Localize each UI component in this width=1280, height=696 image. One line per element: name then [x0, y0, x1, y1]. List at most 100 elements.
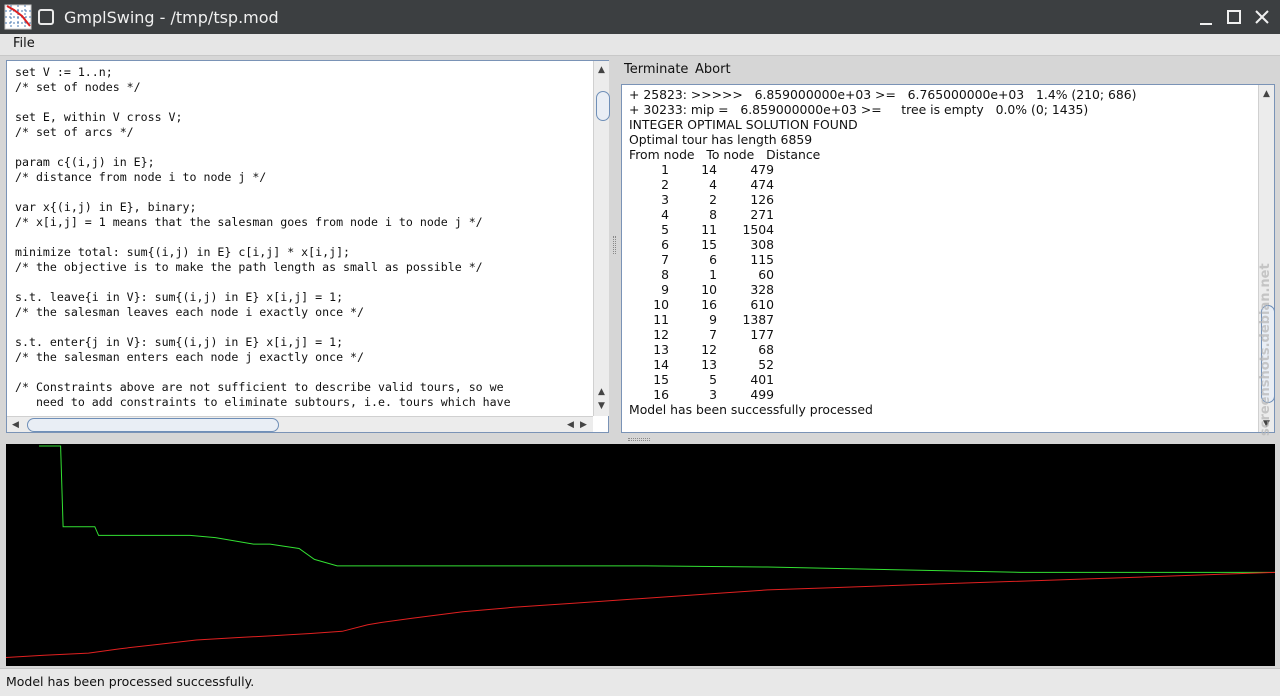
code-line: /* distance from node i to node j */ — [15, 170, 267, 184]
from-node-cell: 5 — [661, 222, 669, 237]
distance-cell: 474 — [750, 177, 774, 192]
close-icon[interactable] — [1250, 5, 1274, 29]
vertical-splitter-grip[interactable] — [613, 236, 616, 254]
from-node-cell: 2 — [661, 177, 669, 192]
output-log-line: From node To node Distance — [629, 147, 821, 162]
from-node-cell: 13 — [653, 342, 669, 357]
scroll-up-arrow-icon[interactable]: ▲ — [1263, 89, 1270, 99]
code-line: var x{(i,j) in E}, binary; — [15, 200, 197, 214]
to-node-cell: 14 — [701, 162, 717, 177]
from-node-cell: 7 — [661, 252, 669, 267]
from-node-cell: 9 — [661, 282, 669, 297]
model-source-text[interactable]: set V := 1..n;/* set of nodes */ set E, w… — [15, 65, 590, 411]
scroll-up-arrow-icon[interactable]: ▲ — [598, 65, 605, 75]
distance-cell: 610 — [750, 297, 774, 312]
horizontal-splitter-grip[interactable] — [628, 438, 650, 441]
menu-file[interactable]: File — [13, 36, 35, 51]
from-node-cell: 10 — [653, 297, 669, 312]
to-node-cell: 7 — [709, 327, 717, 342]
distance-cell: 115 — [750, 252, 774, 267]
series-1 — [6, 571, 1275, 658]
to-node-cell: 4 — [709, 177, 717, 192]
distance-cell: 499 — [750, 387, 774, 402]
distance-cell: 1504 — [742, 222, 774, 237]
to-node-cell: 8 — [709, 207, 717, 222]
to-node-cell: 16 — [701, 297, 717, 312]
solver-output-panel[interactable]: + 25823: >>>>> 6.859000000e+03 >= 6.7650… — [621, 84, 1275, 433]
tour-row: 1 14 479 — [629, 162, 1254, 177]
from-node-cell: 14 — [653, 357, 669, 372]
grid-logo-icon[interactable] — [4, 4, 32, 30]
from-node-cell: 3 — [661, 192, 669, 207]
from-node-cell: 11 — [653, 312, 669, 327]
output-log-line: INTEGER OPTIMAL SOLUTION FOUND — [629, 117, 858, 132]
editor-horizontal-scrollbar[interactable]: ◀ ◀ ▶ — [7, 416, 593, 432]
code-line: /* the salesman leaves each node i exact… — [15, 305, 365, 319]
tour-row: 6 15 308 — [629, 237, 1254, 252]
tour-row: 9 10 328 — [629, 282, 1254, 297]
minimize-icon[interactable] — [1194, 5, 1218, 29]
tour-row: 4 8 271 — [629, 207, 1254, 222]
scroll-left-arrow-icon[interactable]: ◀ — [567, 420, 574, 430]
from-node-cell: 15 — [653, 372, 669, 387]
to-node-cell: 13 — [701, 357, 717, 372]
output-log-line: + 25823: >>>>> 6.859000000e+03 >= 6.7650… — [629, 87, 1137, 102]
model-editor[interactable]: set V := 1..n;/* set of nodes */ set E, w… — [6, 60, 610, 433]
from-node-cell: 4 — [661, 207, 669, 222]
tour-row: 16 3 499 — [629, 387, 1254, 402]
code-line: minimize total: sum{(i,j) in E} c[i,j] *… — [15, 245, 351, 259]
code-line: /* the salesman enters each node j exact… — [15, 350, 365, 364]
abort-button[interactable]: Abort — [695, 62, 731, 77]
from-node-cell: 16 — [653, 387, 669, 402]
scroll-left-arrow-icon[interactable]: ◀ — [12, 420, 19, 430]
editor-vertical-scroll-thumb[interactable] — [596, 91, 610, 121]
terminate-button[interactable]: Terminate — [624, 62, 688, 77]
status-text: Model has been processed successfully. — [6, 674, 255, 689]
to-node-cell: 12 — [701, 342, 717, 357]
output-log-line: Optimal tour has length 6859 — [629, 132, 813, 147]
to-node-cell: 15 — [701, 237, 717, 252]
to-node-cell: 6 — [709, 252, 717, 267]
distance-cell: 68 — [758, 342, 774, 357]
from-node-cell: 6 — [661, 237, 669, 252]
tour-row: 7 6 115 — [629, 252, 1254, 267]
code-line: s.t. enter{j in V}: sum{(i,j) in E} x[i,… — [15, 335, 344, 349]
tour-row: 10 16 610 — [629, 297, 1254, 312]
code-line: /* Constraints above are not sufficient … — [15, 380, 504, 394]
code-line: /* set of arcs */ — [15, 125, 134, 139]
window-menu-icon[interactable] — [38, 9, 54, 25]
to-node-cell: 3 — [709, 387, 717, 402]
title-bar: GmplSwing - /tmp/tsp.mod — [0, 0, 1280, 34]
code-line: set V := 1..n; — [15, 65, 113, 79]
editor-vertical-scrollbar[interactable]: ▲ ▲ ▼ — [593, 61, 610, 416]
distance-cell: 126 — [750, 192, 774, 207]
code-line: set E, within V cross V; — [15, 110, 183, 124]
from-node-cell: 1 — [661, 162, 669, 177]
solver-progress-chart — [6, 444, 1275, 666]
maximize-icon[interactable] — [1222, 5, 1246, 29]
to-node-cell: 5 — [709, 372, 717, 387]
editor-horizontal-scroll-thumb[interactable] — [27, 418, 279, 432]
solver-toolbar: Terminate Abort — [620, 60, 1275, 82]
code-line: disconnected components. Although there … — [15, 410, 590, 411]
code-line: s.t. leave{i in V}: sum{(i,j) in E} x[i,… — [15, 290, 344, 304]
scroll-right-arrow-icon[interactable]: ▶ — [580, 420, 587, 430]
scroll-up-arrow-icon[interactable]: ▲ — [598, 387, 605, 397]
code-line: /* set of nodes */ — [15, 80, 141, 94]
distance-cell: 479 — [750, 162, 774, 177]
tour-row: 12 7 177 — [629, 327, 1254, 342]
to-node-cell: 1 — [709, 267, 717, 282]
code-line: /* x[i,j] = 1 means that the salesman go… — [15, 215, 483, 229]
distance-cell: 177 — [750, 327, 774, 342]
scroll-down-arrow-icon[interactable]: ▼ — [598, 401, 605, 411]
watermark: screenshots.debian.net — [1258, 263, 1273, 436]
code-line: param c{(i,j) in E}; — [15, 155, 155, 169]
series-0 — [39, 445, 1275, 573]
from-node-cell: 8 — [661, 267, 669, 282]
series-0-line — [39, 445, 1275, 573]
distance-cell: 271 — [750, 207, 774, 222]
